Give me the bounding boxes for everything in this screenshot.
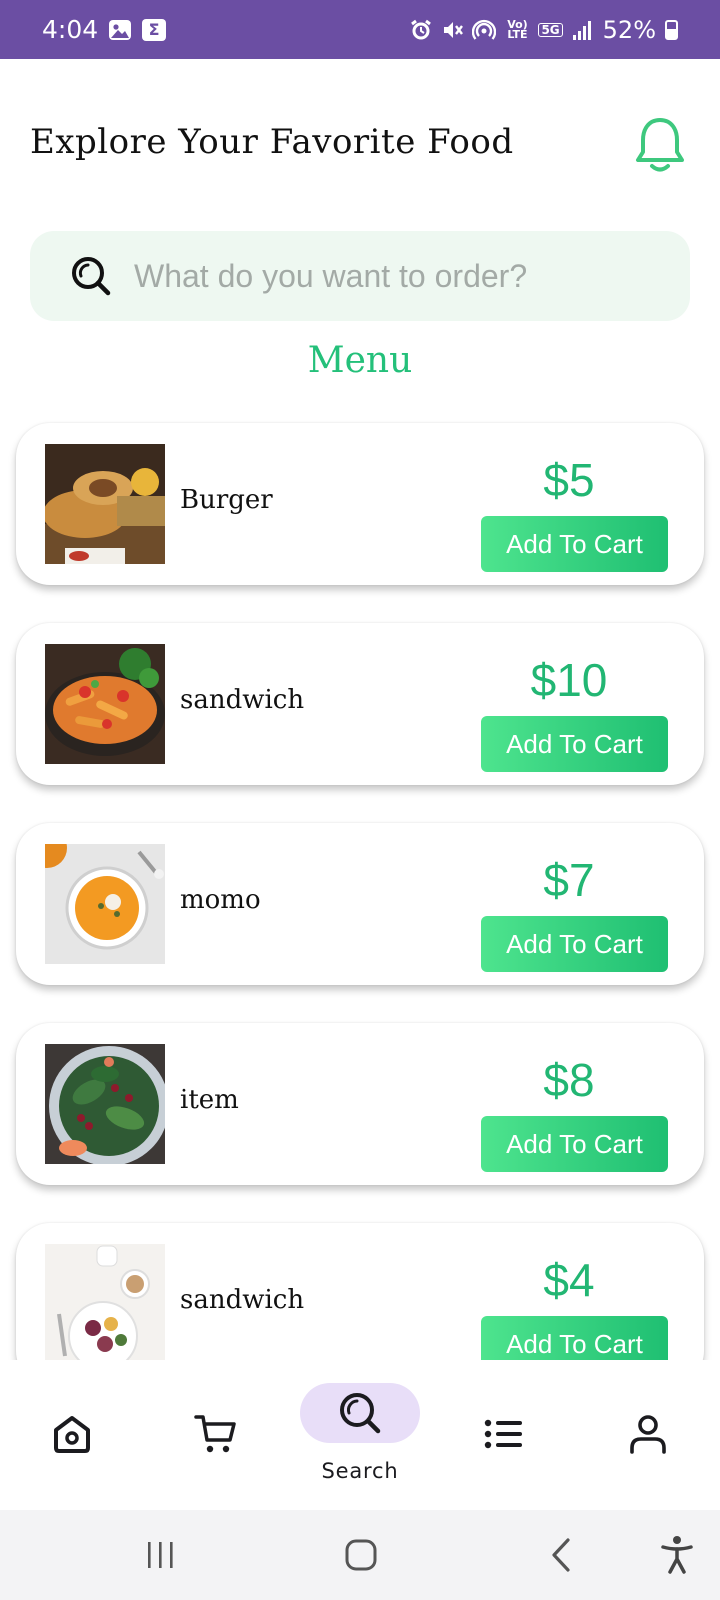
nav-profile[interactable] — [626, 1360, 670, 1510]
back-icon[interactable] — [538, 1530, 588, 1580]
search-input[interactable] — [134, 257, 654, 295]
nav-search[interactable]: Search — [300, 1360, 420, 1510]
profile-icon — [626, 1412, 670, 1456]
item-price: $7 — [543, 854, 595, 906]
gallery-icon — [108, 19, 132, 41]
item-name: Burger — [180, 485, 273, 515]
status-right: Vo) LTE 5G 52% — [410, 16, 678, 44]
page-title: Explore Your Favorite Food — [30, 122, 514, 162]
add-to-cart-button[interactable]: Add To Cart — [481, 1316, 668, 1360]
nav-list[interactable] — [482, 1360, 526, 1510]
recent-apps-icon[interactable] — [135, 1530, 185, 1580]
battery-icon — [665, 19, 678, 40]
list-icon — [482, 1412, 526, 1456]
screen: 4:04 Σ Vo) LTE 5G 52% Explore Your Favor… — [0, 0, 720, 1600]
nav-cart[interactable] — [192, 1360, 240, 1510]
home-icon — [50, 1412, 94, 1456]
search-icon — [340, 1393, 381, 1434]
food-card: momo $7 Add To Cart — [16, 823, 704, 985]
pasta-photo — [45, 644, 165, 764]
cart-icon — [194, 1412, 238, 1456]
nav-home[interactable] — [48, 1360, 96, 1510]
status-left: 4:04 Σ — [42, 15, 167, 44]
item-name: momo — [180, 885, 261, 915]
add-to-cart-button[interactable]: Add To Cart — [481, 716, 668, 772]
wraps-photo — [45, 444, 165, 564]
item-name: sandwich — [180, 685, 305, 715]
home-button-icon[interactable] — [336, 1530, 386, 1580]
bottom-nav: Search — [0, 1360, 720, 1510]
food-card: item $8 Add To Cart — [16, 1023, 704, 1185]
add-to-cart-button[interactable]: Add To Cart — [481, 916, 668, 972]
status-time: 4:04 — [42, 15, 99, 44]
sigma-app-icon: Σ — [142, 18, 167, 41]
volte-label: Vo) LTE — [507, 17, 528, 41]
add-to-cart-button[interactable]: Add To Cart — [481, 1116, 668, 1172]
status-bar: 4:04 Σ Vo) LTE 5G 52% — [0, 0, 720, 59]
search-bar[interactable] — [30, 231, 690, 321]
battery-percent: 52% — [602, 15, 656, 44]
alarm-icon — [410, 19, 432, 41]
item-price: $8 — [543, 1054, 595, 1106]
food-card: sandwich $10 Add To Cart — [16, 623, 704, 785]
item-name: sandwich — [180, 1285, 305, 1315]
accessibility-icon[interactable] — [652, 1530, 702, 1580]
hotspot-icon — [472, 19, 497, 41]
item-name: item — [180, 1085, 239, 1115]
menu-title: Menu — [307, 340, 413, 381]
item-price: $10 — [530, 654, 608, 706]
add-to-cart-button[interactable]: Add To Cart — [481, 516, 668, 572]
network-label: 5G — [538, 22, 563, 37]
nav-search-label: Search — [321, 1459, 399, 1483]
bell-icon[interactable] — [634, 116, 686, 174]
signal-icon — [572, 20, 594, 40]
food-card: sandwich $4 Add To Cart — [16, 1223, 704, 1360]
mute-icon — [441, 19, 464, 41]
breakfast-photo — [45, 1244, 165, 1360]
item-price: $4 — [543, 1254, 595, 1306]
soup-photo — [45, 844, 165, 964]
nav-search-indicator — [300, 1383, 420, 1443]
salad-photo — [45, 1044, 165, 1164]
system-nav-bar — [0, 1510, 720, 1600]
food-list[interactable]: Burger $5 Add To Cart sandwich $10 Add T… — [0, 405, 720, 1360]
food-card: Burger $5 Add To Cart — [16, 423, 704, 585]
search-icon — [70, 255, 112, 297]
item-price: $5 — [543, 454, 595, 506]
